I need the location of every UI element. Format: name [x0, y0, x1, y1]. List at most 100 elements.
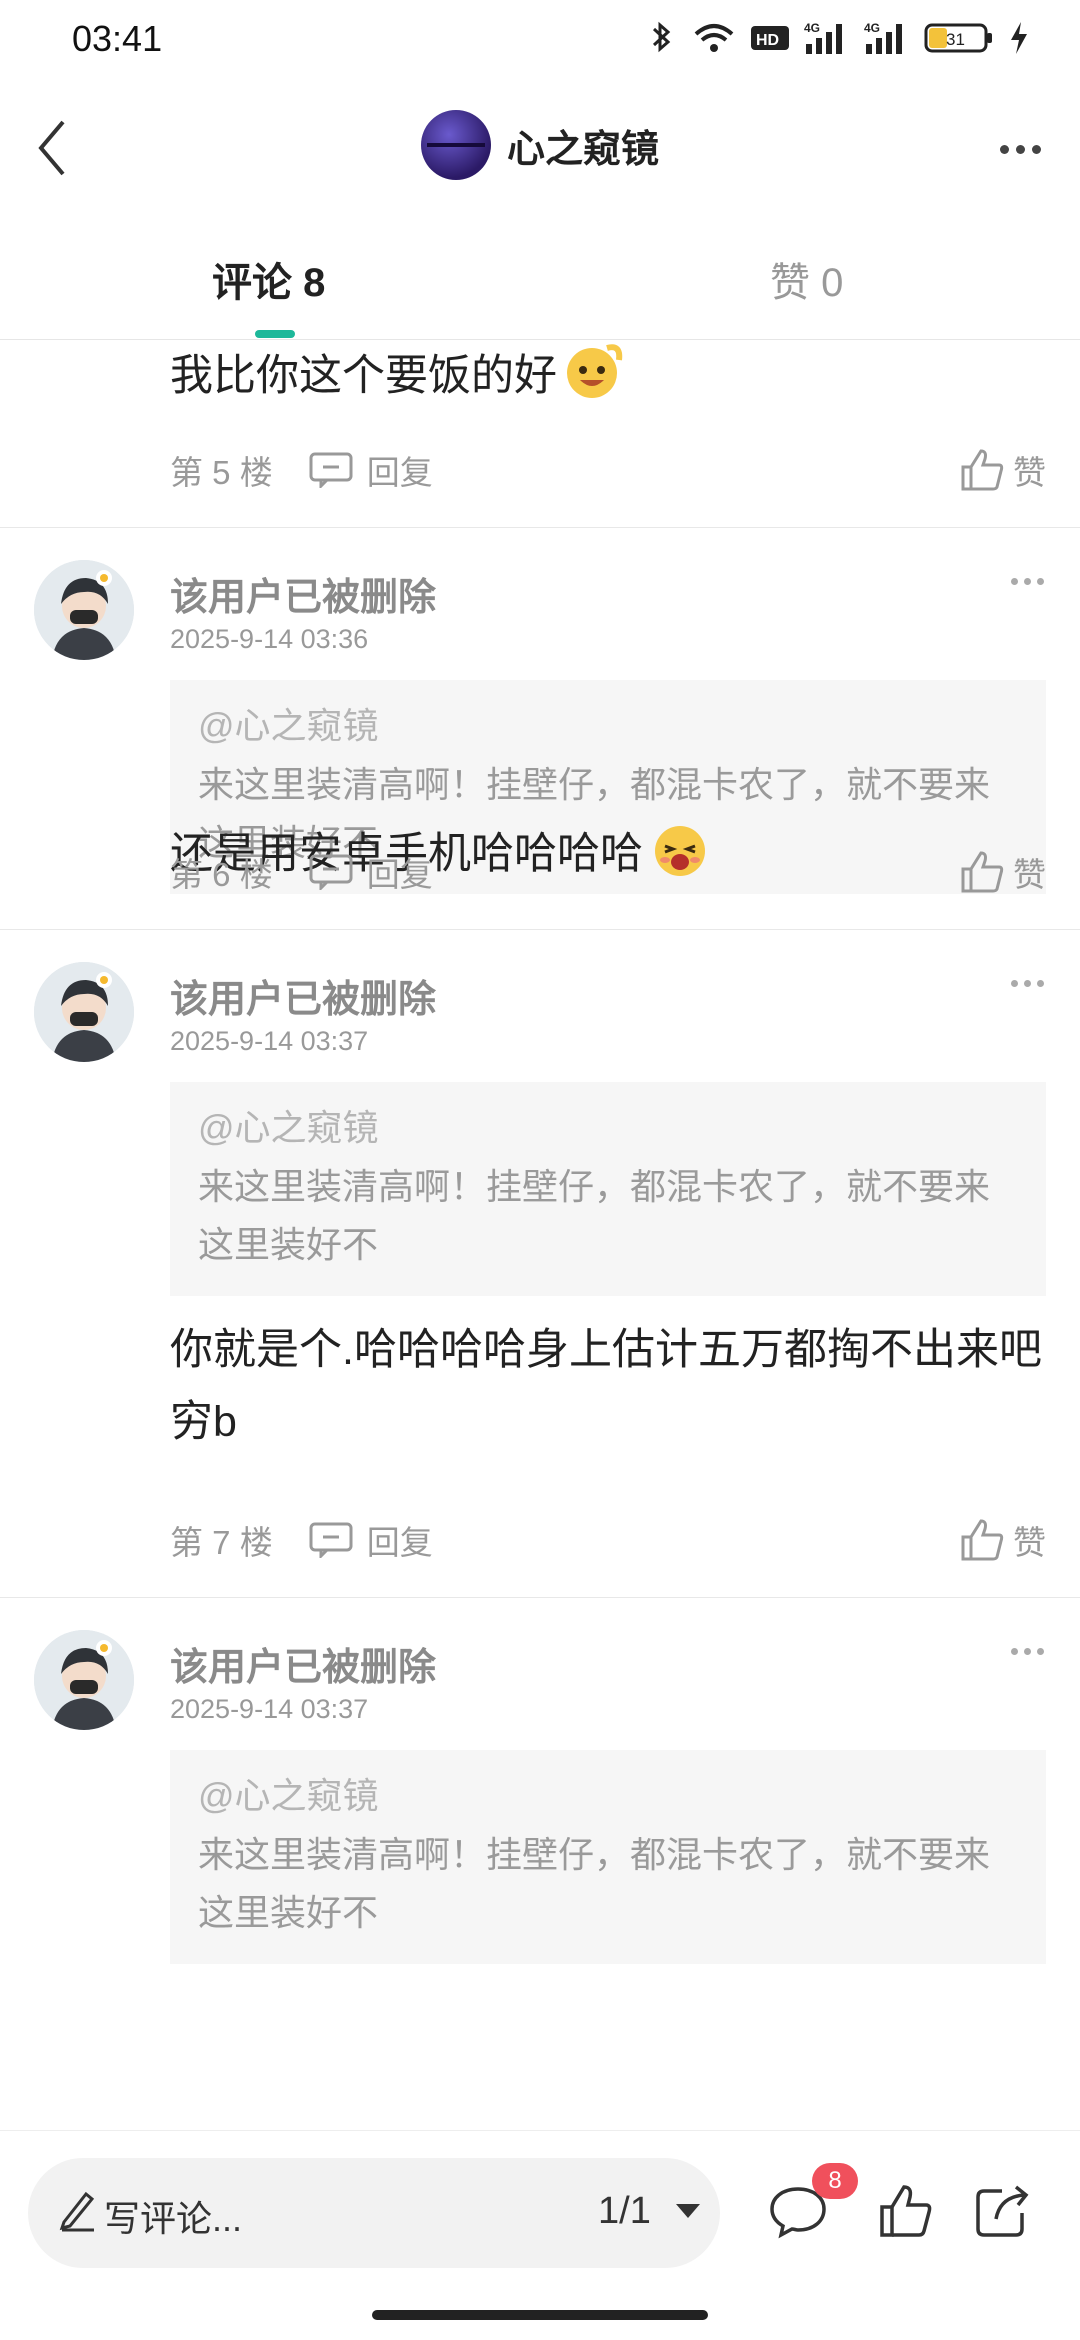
- status-icons: HD 4G 4G 31: [646, 20, 1030, 56]
- more-options-button[interactable]: [990, 124, 1050, 174]
- comment-body: 我比你这个要饭的好: [170, 340, 1050, 412]
- like-button[interactable]: 赞: [959, 1516, 1046, 1564]
- user-name[interactable]: 该用户已被删除: [170, 1636, 436, 1691]
- reply-label: 回复: [366, 454, 433, 491]
- dot-icon: [1015, 144, 1025, 154]
- thumbs-up-icon[interactable]: [878, 2183, 932, 2239]
- user-name[interactable]: 该用户已被删除: [170, 968, 436, 1023]
- avatar[interactable]: [34, 560, 134, 660]
- quote-user: @心之窥镜: [198, 705, 379, 746]
- dot-icon: [1037, 1648, 1044, 1655]
- quoted-comment[interactable]: @心之窥镜 来这里装清高啊！挂壁仔，都混卡农了，就不要来这里装好不: [170, 1750, 1046, 1964]
- bottom-bar: 写评论... 1/1 8: [0, 2130, 1080, 2340]
- quote-user: @心之窥镜: [198, 1107, 379, 1148]
- status-time: 03:41: [72, 18, 163, 59]
- tab-comments[interactable]: 评论 8: [212, 250, 325, 308]
- tab-bar: 评论 8 赞 0: [0, 230, 1080, 340]
- hd-icon: HD: [751, 26, 789, 50]
- comment-item: 我比你这个要饭的好 第 5 楼 回复 赞: [0, 340, 1080, 528]
- reply-label: 回复: [366, 856, 433, 893]
- tab-indicator: [255, 330, 295, 338]
- page-indicator[interactable]: 1/1: [598, 2190, 651, 2233]
- avatar[interactable]: [34, 962, 134, 1062]
- comment-date: 2025-9-14 03:37: [170, 1026, 369, 1056]
- reply-icon: [309, 854, 353, 890]
- dot-icon: [1037, 578, 1044, 585]
- svg-text:4G: 4G: [804, 21, 820, 35]
- svg-text:HD: HD: [756, 32, 779, 49]
- user-avatar-icon: [34, 1630, 134, 1730]
- svg-text:4G: 4G: [864, 21, 880, 35]
- quote-text: 来这里装清高啊！挂壁仔，都混卡农了，就不要来这里装好不: [198, 1834, 991, 1933]
- comment-footer: 第 5 楼 回复 赞: [170, 440, 1046, 500]
- dot-icon: [1024, 1648, 1031, 1655]
- comment-text: 我比你这个要饭的好: [170, 352, 557, 400]
- comment-date: 2025-9-14 03:37: [170, 1694, 369, 1724]
- bluetooth-icon: [652, 21, 671, 53]
- floor-label: 第 6 楼: [170, 856, 273, 893]
- like-button[interactable]: 赞: [959, 446, 1046, 494]
- dot-icon: [1037, 980, 1044, 987]
- comment-date: 2025-9-14 03:36: [170, 624, 369, 654]
- signal-4g-icon-2: 4G: [864, 21, 902, 54]
- comment-more-button[interactable]: [1011, 578, 1044, 585]
- reply-button[interactable]: 回复: [309, 446, 433, 494]
- comment-item: 该用户已被删除 2025-9-14 03:37 @心之窥镜 来这里装清高啊！挂壁…: [0, 930, 1080, 1598]
- comment-list[interactable]: 我比你这个要饭的好 第 5 楼 回复 赞 该用户已被删除 2025-9-14 0…: [0, 340, 1080, 2130]
- reply-icon: [309, 452, 353, 488]
- avatar[interactable]: [420, 110, 491, 180]
- reply-label: 回复: [366, 1524, 433, 1561]
- floor-label: 第 5 楼: [170, 454, 273, 491]
- dot-icon: [1031, 144, 1041, 154]
- like-label: 赞: [1013, 454, 1046, 491]
- comment-footer: 第 7 楼 回复 赞: [170, 1510, 1046, 1570]
- battery-icon: 31: [924, 23, 992, 53]
- thumbs-up-icon: [961, 851, 1004, 893]
- thumbs-up-icon: [961, 1519, 1004, 1561]
- write-comment-placeholder: 写评论...: [104, 2198, 243, 2239]
- comment-footer: 第 6 楼 回复 赞: [170, 842, 1046, 902]
- quote-user: @心之窥镜: [198, 1775, 379, 1816]
- quote-text: 来这里装清高啊！挂壁仔，都混卡农了，就不要来这里装好不: [198, 1166, 991, 1265]
- dot-icon: [999, 144, 1009, 154]
- floor-label: 第 7 楼: [170, 1524, 273, 1561]
- svg-text:31: 31: [946, 30, 965, 49]
- like-label: 赞: [1013, 1524, 1046, 1561]
- quoted-comment[interactable]: @心之窥镜 来这里装清高啊！挂壁仔，都混卡农了，就不要来这里装好不: [170, 1082, 1046, 1296]
- dot-icon: [1011, 1648, 1018, 1655]
- pencil-icon: [59, 2191, 95, 2232]
- comment-item: 该用户已被删除 2025-9-14 03:37 @心之窥镜 来这里装清高啊！挂壁…: [0, 1598, 1080, 2118]
- signal-4g-icon: 4G: [804, 21, 842, 54]
- share-icon[interactable]: [974, 2183, 1032, 2239]
- title-wrap[interactable]: 心之窥镜: [0, 110, 1080, 180]
- thumbs-up-icon: [961, 449, 1004, 491]
- avatar[interactable]: [34, 1630, 134, 1730]
- dot-icon: [1024, 578, 1031, 585]
- tab-likes[interactable]: 赞 0: [770, 250, 843, 308]
- dot-icon: [1024, 980, 1031, 987]
- header: 心之窥镜: [0, 100, 1080, 200]
- reply-icon: [309, 1522, 353, 1558]
- comment-more-button[interactable]: [1011, 980, 1044, 987]
- reply-button[interactable]: 回复: [309, 848, 433, 896]
- user-avatar-icon: [34, 560, 134, 660]
- page-title: 心之窥镜: [506, 128, 659, 171]
- comment-body: 你就是个.哈哈哈哈身上估计五万都掏不出来吧穷b: [170, 1314, 1050, 1458]
- comment-item: 该用户已被删除 2025-9-14 03:36 @心之窥镜 来这里装清高啊！挂壁…: [0, 528, 1080, 930]
- reply-button[interactable]: 回复: [309, 1516, 433, 1564]
- comment-count-badge: 8: [812, 2163, 858, 2199]
- like-button[interactable]: 赞: [959, 848, 1046, 896]
- caret-down-icon[interactable]: [676, 2204, 700, 2218]
- user-avatar-icon: [34, 962, 134, 1062]
- charging-icon: [1011, 22, 1027, 54]
- grinning-emoji-icon: [567, 344, 623, 398]
- user-name[interactable]: 该用户已被删除: [170, 566, 436, 621]
- comment-more-button[interactable]: [1011, 1648, 1044, 1655]
- like-label: 赞: [1013, 856, 1046, 893]
- comment-text: 你就是个.哈哈哈哈身上估计五万都掏不出来吧穷b: [170, 1326, 1042, 1446]
- status-bar: 03:41 HD 4G 4G 31: [0, 0, 1080, 80]
- write-comment-input[interactable]: 写评论... 1/1: [28, 2158, 720, 2268]
- wifi-icon: [694, 24, 734, 52]
- dot-icon: [1011, 980, 1018, 987]
- home-indicator[interactable]: [372, 2310, 708, 2320]
